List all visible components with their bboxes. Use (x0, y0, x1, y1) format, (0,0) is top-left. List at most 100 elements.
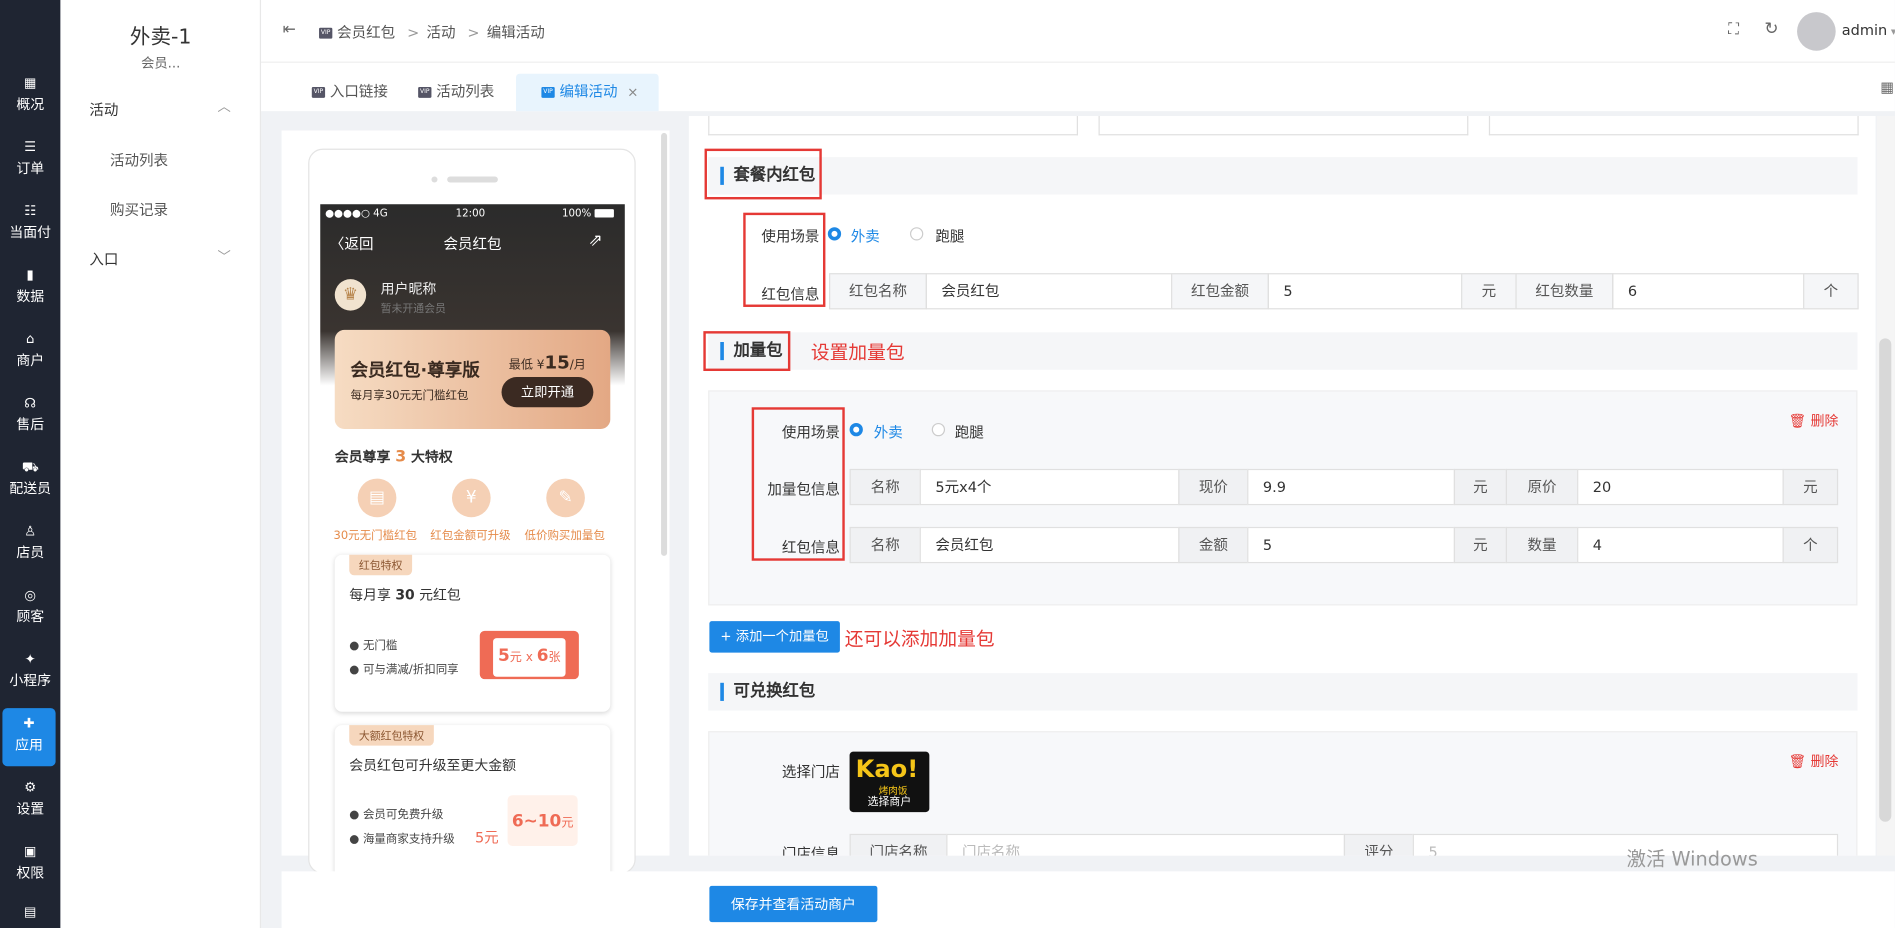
annotation-add-more: 还可以添加加量包 (844, 628, 995, 651)
highlight-box (743, 212, 826, 307)
miniapp-icon: ✦ (24, 651, 36, 668)
redpacket-amount-input[interactable]: 5 (1247, 526, 1456, 564)
top-bar: ⇤ VIP 会员红包 > 活动 > 编辑活动 ⛶ ↻ admin▾ (261, 0, 1895, 63)
card-tag: 大额红包特权 (349, 725, 434, 746)
pack-original-label: 原价 (1505, 468, 1579, 506)
rail-item-data[interactable]: ▮ 数据 (0, 267, 60, 325)
page-scrollbar-thumb[interactable] (1879, 338, 1892, 822)
collapse-menu-icon[interactable]: ⇤ (283, 21, 296, 39)
radio-errand-label[interactable]: 跑腿 (955, 422, 984, 443)
status-time: 12:00 (455, 207, 486, 220)
upgrade-to-unit: 元 (561, 816, 574, 831)
facepay-icon: ☷ (24, 203, 37, 219)
membership-card[interactable]: 会员红包·尊享版 每月享30元无门槛红包 最低 ¥15/月 立即开通 (334, 329, 611, 430)
section-package-redpacket: 套餐内红包 (708, 157, 1858, 195)
rail-item-overview[interactable]: ▦ 概况 (0, 75, 60, 133)
rail-item-more[interactable]: ▤ (0, 904, 60, 928)
card-title: 会员红包·尊享版 (350, 361, 480, 381)
breadcrumb-separator: > (407, 24, 420, 42)
menu-item-activity-list[interactable]: 活动列表 (110, 150, 168, 171)
preview-scrollbar[interactable] (661, 132, 668, 556)
rail-item-settings[interactable]: ⚙ 设置 (0, 779, 60, 837)
avatar[interactable] (1797, 12, 1836, 51)
rail-item-merchant[interactable]: ⌂ 商户 (0, 331, 60, 389)
pack-name-label: 名称 (849, 468, 921, 506)
redpacket-qty-input[interactable]: 4 (1577, 526, 1784, 564)
refresh-icon[interactable]: ↻ (1764, 19, 1778, 38)
fullscreen-icon[interactable]: ⛶ (1728, 21, 1739, 39)
redpacket-name-input[interactable]: 会员红包 (925, 273, 1173, 310)
pack-original-input[interactable]: 20 (1577, 468, 1784, 506)
open-membership-button[interactable]: 立即开通 (501, 377, 594, 408)
save-and-view-button[interactable]: 保存并查看活动商户 (709, 885, 878, 923)
radio-takeout[interactable] (827, 227, 842, 241)
rail-item-courier[interactable]: ⛟ 配送员 (0, 459, 60, 517)
rail-item-miniapp[interactable]: ✦ 小程序 (0, 651, 60, 709)
section-bar (720, 682, 724, 701)
username-text: admin (1841, 21, 1888, 39)
card-subtitle: 每月享30元无门槛红包 (350, 389, 469, 403)
rail-item-permissions[interactable]: ▣ 权限 (0, 844, 60, 902)
select-merchant-overlay[interactable]: 选择商户 (850, 793, 930, 808)
partial-input[interactable] (1488, 116, 1859, 136)
rail-item-orders[interactable]: ☰ 订单 (0, 139, 60, 197)
pack-price-input[interactable]: 9.9 (1247, 468, 1456, 506)
delete-button[interactable]: 🗑 删除 (1789, 752, 1839, 771)
menu-item-purchase-records[interactable]: 购买记录 (110, 199, 168, 220)
delete-button[interactable]: 🗑 删除 (1789, 411, 1839, 430)
score-input[interactable]: 5 (1412, 833, 1839, 856)
apps-icon: ✚ (23, 715, 35, 732)
rail-item-customer[interactable]: ◎ 顾客 (0, 587, 60, 645)
tab-edit-activity[interactable]: VIP 编辑活动 × (516, 73, 659, 112)
radio-takeout[interactable] (849, 422, 863, 437)
breadcrumb-separator: > (467, 24, 480, 42)
breadcrumb-item[interactable]: 活动 (426, 24, 455, 41)
share-icon[interactable]: ⇗ (589, 231, 603, 250)
radio-errand[interactable] (910, 227, 924, 241)
partial-input[interactable] (708, 116, 1078, 136)
store-logo[interactable]: Kao! 烤肉饭 选择商户 (849, 751, 930, 813)
username[interactable]: admin▾ (1842, 22, 1895, 39)
staff-icon: ♙ (24, 523, 37, 539)
radio-takeout-label[interactable]: 外卖 (874, 422, 903, 443)
privilege-label: 低价购买加量包 (524, 529, 605, 543)
redpacket-qty-input[interactable]: 6 (1612, 273, 1805, 310)
rail-item-aftersale[interactable]: ☊ 售后 (0, 395, 60, 453)
grid-menu-icon[interactable]: ▦ (1880, 79, 1894, 96)
radio-errand-label[interactable]: 跑腿 (935, 226, 964, 247)
bullet-text: 会员可免费升级 (362, 808, 444, 822)
chevron-down-icon[interactable]: ﹀ (218, 247, 231, 266)
orders-icon: ☰ (24, 138, 37, 155)
add-addon-pack-button[interactable]: + 添加一个加量包 (709, 621, 840, 653)
rail-item-staff[interactable]: ♙ 店员 (0, 523, 60, 581)
store-name-input[interactable]: 门店名称 (946, 833, 1346, 856)
close-icon[interactable]: × (627, 85, 638, 101)
radio-errand[interactable] (931, 422, 946, 437)
partial-input[interactable] (1098, 116, 1469, 136)
rail-item-apps[interactable]: ✚ 应用 (2, 708, 56, 767)
menu-group-activity[interactable]: 活动 (89, 99, 118, 120)
unit-ge: 个 (1782, 526, 1839, 564)
redpacket-amount-label: 金额 (1178, 526, 1249, 564)
highlight-box (703, 331, 791, 372)
check-icon: ● (349, 663, 360, 677)
delete-label: 删除 (1810, 412, 1839, 430)
card-tag: 红包特权 (349, 554, 413, 576)
pack-name-input[interactable]: 5元x4个 (919, 468, 1180, 506)
redpacket-name-input[interactable]: 会员红包 (919, 526, 1180, 564)
redpacket-name-label: 红包名称 (829, 273, 927, 310)
delivery-icon: ⛟ (21, 459, 39, 475)
redpacket-amount-input[interactable]: 5 (1267, 273, 1463, 310)
yen-icon: ¥ (451, 478, 491, 518)
radio-takeout-label[interactable]: 外卖 (851, 226, 880, 247)
tab-activity-list[interactable]: VIP 活动列表 (418, 74, 494, 111)
check-icon: ● (349, 832, 360, 846)
breadcrumb-item[interactable]: 会员红包 (337, 24, 395, 41)
rail-item-facepay[interactable]: ☷ 当面付 (0, 203, 60, 261)
price-tag: 最低 ¥15/月 (509, 352, 586, 374)
rail-label: 顾客 (16, 607, 45, 625)
tab-bar: VIP 入口链接 VIP 活动列表 VIP 编辑活动 × ▦ (261, 62, 1895, 112)
menu-group-entry[interactable]: 入口 (89, 249, 118, 270)
tab-entry-link[interactable]: VIP 入口链接 (311, 74, 388, 111)
chevron-up-icon[interactable]: ︿ (218, 97, 231, 116)
